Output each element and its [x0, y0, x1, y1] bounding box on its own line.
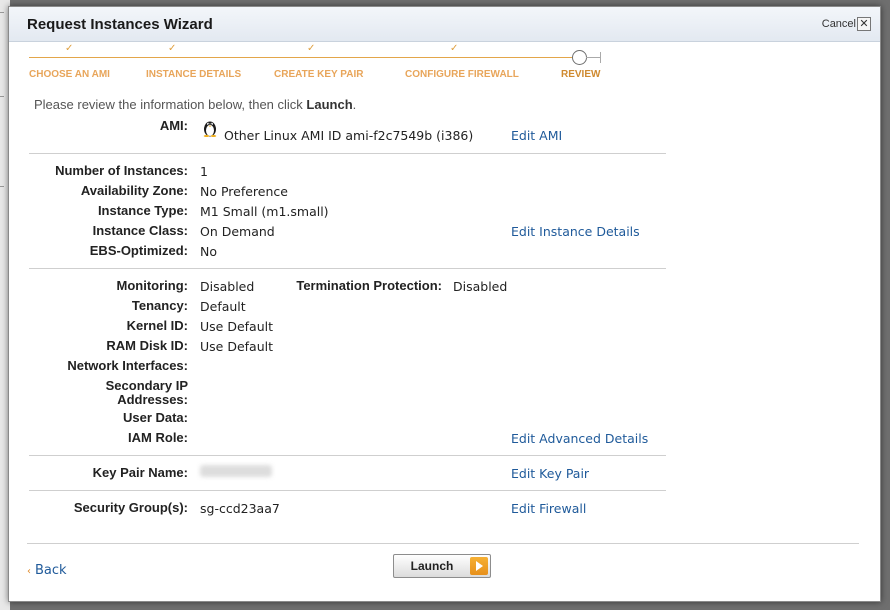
step-configure-firewall: CONFIGURE FIREWALL [405, 69, 519, 80]
ebs-optimized-label: EBS-Optimized: [89, 243, 188, 258]
tenancy-label: Tenancy: [131, 298, 188, 313]
key-pair-name-label: Key Pair Name: [92, 465, 188, 480]
steps-remaining-line [586, 57, 600, 58]
section-divider [29, 268, 666, 269]
monitoring-value: Disabled [200, 279, 255, 294]
availability-zone-label: Availability Zone: [80, 183, 188, 198]
step-check-icon: ✓ [450, 43, 459, 54]
intro-launch-word: Launch [306, 97, 353, 112]
launch-button[interactable]: Launch [393, 554, 491, 578]
kernel-id-label: Kernel ID: [126, 318, 188, 333]
dialog-title: Request Instances Wizard [27, 16, 213, 33]
background-tick [0, 186, 4, 187]
request-instances-dialog: Request Instances Wizard Cancel ✕ ✓ ✓ ✓ … [8, 6, 881, 602]
back-link[interactable]: ‹ Back [27, 563, 67, 578]
steps-end-tick [600, 52, 601, 63]
ram-disk-id-value: Use Default [200, 339, 273, 354]
launch-button-label: Launch [410, 559, 454, 573]
termination-protection-label: Termination Protection: [296, 278, 442, 293]
instance-type-label: Instance Type: [97, 203, 188, 218]
security-groups-label: Security Group(s): [73, 500, 188, 515]
back-arrow-icon: ‹ [27, 566, 31, 577]
tenancy-value: Default [200, 299, 246, 314]
step-choose-ami: CHOOSE AN AMI [29, 69, 110, 80]
linux-tux-icon [203, 121, 217, 137]
user-data-label: User Data: [122, 410, 188, 425]
monitoring-label: Monitoring: [116, 278, 188, 293]
play-arrow-icon [470, 557, 488, 575]
footer-divider [27, 543, 859, 544]
edit-firewall-link[interactable]: Edit Firewall [511, 501, 586, 516]
edit-instance-details-link[interactable]: Edit Instance Details [511, 224, 640, 239]
intro-prefix: Please review the information below, the… [34, 97, 307, 112]
number-of-instances-label: Number of Instances: [55, 163, 188, 178]
ram-disk-id-label: RAM Disk ID: [106, 338, 188, 353]
step-instance-details: INSTANCE DETAILS [146, 69, 242, 80]
instance-type-value: M1 Small (m1.small) [200, 204, 329, 219]
steps-progress-line [29, 57, 572, 58]
step-review: REVIEW [561, 69, 601, 80]
secondary-ip-addresses-label: Addresses: [117, 392, 188, 407]
back-label: Back [35, 563, 67, 578]
section-divider [29, 455, 666, 456]
instance-class-label: Instance Class: [92, 223, 188, 238]
ebs-optimized-value: No [200, 244, 217, 259]
intro-suffix: . [352, 97, 357, 112]
step-check-icon: ✓ [168, 43, 177, 54]
current-step-circle-icon [572, 50, 587, 65]
key-pair-name-redacted [200, 465, 272, 477]
iam-role-label: IAM Role: [128, 430, 188, 445]
number-of-instances-value: 1 [200, 164, 208, 179]
secondary-ip-label: Secondary IP [105, 378, 188, 393]
step-check-icon: ✓ [65, 43, 74, 54]
network-interfaces-label: Network Interfaces: [67, 358, 188, 373]
security-groups-value: sg-ccd23aa7 [200, 501, 280, 516]
edit-advanced-details-link[interactable]: Edit Advanced Details [511, 431, 648, 446]
intro-text: Please review the information below, the… [34, 97, 356, 112]
ami-label: AMI: [159, 118, 188, 133]
background-tick [0, 12, 4, 13]
instance-class-value: On Demand [200, 224, 275, 239]
termination-protection-value: Disabled [453, 279, 508, 294]
edit-ami-link[interactable]: Edit AMI [511, 128, 562, 143]
ami-value: Other Linux AMI ID ami-f2c7549b (i386) [224, 128, 474, 143]
kernel-id-value: Use Default [200, 319, 273, 334]
edit-key-pair-link[interactable]: Edit Key Pair [511, 466, 589, 481]
dialog-titlebar: Request Instances Wizard Cancel ✕ [9, 7, 880, 42]
step-check-icon: ✓ [307, 43, 316, 54]
section-divider [29, 153, 666, 154]
background-tick [0, 96, 4, 97]
availability-zone-value: No Preference [200, 184, 288, 199]
close-icon[interactable]: ✕ [857, 17, 871, 31]
section-divider [29, 490, 666, 491]
cancel-link[interactable]: Cancel [822, 18, 856, 30]
step-create-key-pair: CREATE KEY PAIR [274, 69, 364, 80]
